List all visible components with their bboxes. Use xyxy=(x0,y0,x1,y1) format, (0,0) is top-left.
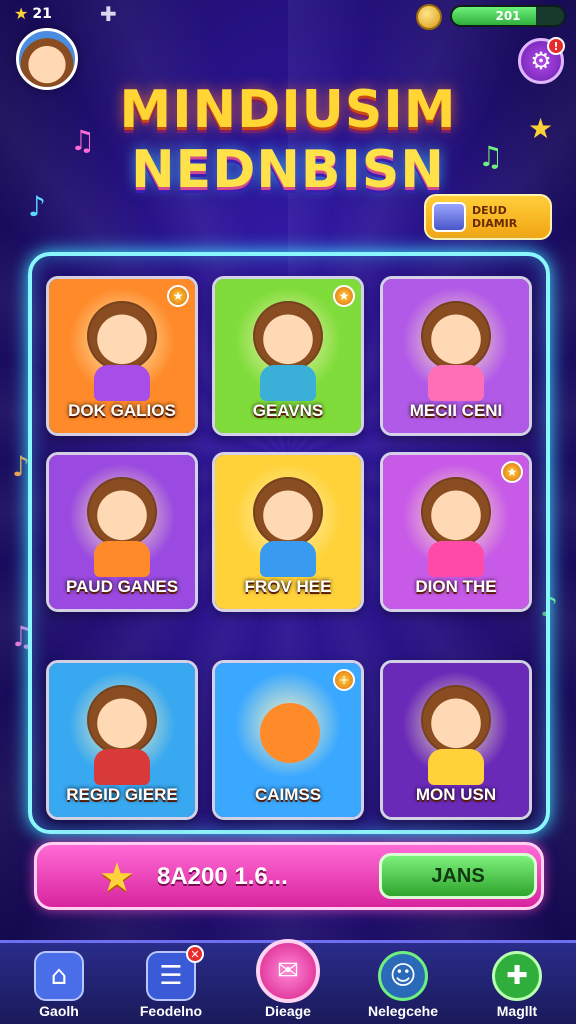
daily-label-line1: DEUD xyxy=(472,204,507,217)
top-bar: ★ 21 ✚ 201 xyxy=(0,0,576,30)
game-card-label: DOK GALIOS xyxy=(68,401,176,420)
star-icon: ★ xyxy=(99,855,135,901)
game-card-label: DION THE xyxy=(415,577,497,596)
character-body xyxy=(260,541,316,577)
game-card[interactable]: ★ GEAVNS xyxy=(212,276,364,436)
game-card[interactable]: FROV HEE xyxy=(212,452,364,612)
star-badge-icon: ★ xyxy=(333,285,355,307)
game-card[interactable]: ★ DION THE xyxy=(380,452,532,612)
nav-label: Magllt xyxy=(496,1003,538,1019)
drum-icon xyxy=(432,202,466,232)
nav-label: Nelegcehe xyxy=(367,1003,439,1019)
star-badge-icon: ★ xyxy=(167,285,189,307)
nav-item-list[interactable]: ☰ ✕ Feodelno xyxy=(116,943,226,1024)
nav-item-add[interactable]: ✚ Magllt xyxy=(462,943,572,1024)
game-title-line2: NEDNBISN xyxy=(131,140,445,200)
character-illustration xyxy=(87,685,157,755)
notification-badge: ! xyxy=(547,37,565,55)
game-card-label: MECII CENI xyxy=(409,401,503,420)
energy-value: 201 xyxy=(495,9,521,23)
game-card[interactable]: MECII CENI xyxy=(380,276,532,436)
game-card-label: MON USN xyxy=(415,785,497,804)
character-body xyxy=(428,541,484,577)
daily-label-line2: DIAMIR xyxy=(472,217,518,230)
game-card[interactable]: ★ DOK GALIOS xyxy=(46,276,198,436)
game-card-label: GEAVNS xyxy=(252,401,324,420)
plus-icon: ✚ xyxy=(492,951,542,1001)
game-title-line1: MINDIUSIM xyxy=(119,80,457,140)
character-body xyxy=(94,541,150,577)
game-card[interactable]: PAUD GANES xyxy=(46,452,198,612)
character-illustration xyxy=(421,685,491,755)
character-illustration xyxy=(87,301,157,371)
game-grid-panel: ★ DOK GALIOS ★ GEAVNS MECII CENI PAUD GA… xyxy=(28,252,550,834)
nav-item-chat[interactable]: ☺ Nelegcehe xyxy=(348,943,458,1024)
daily-reward-button[interactable]: DEUD DIAMIR xyxy=(424,194,552,240)
character-illustration xyxy=(253,301,323,371)
stars-count: 21 xyxy=(32,5,52,22)
progress-panel: ★ 8A200 1.6... JANS xyxy=(34,842,544,910)
game-card-label: REGID GIERE xyxy=(66,785,178,804)
character-illustration xyxy=(421,301,491,371)
chat-icon: ☺ xyxy=(378,951,428,1001)
character-body xyxy=(428,365,484,401)
game-card[interactable]: + CAIMSS xyxy=(212,660,364,820)
nav-item-mail[interactable]: ✉ Dieage xyxy=(233,939,343,1024)
character-illustration xyxy=(87,477,157,547)
music-note-illustration xyxy=(260,703,320,763)
energy-bar[interactable]: 201 xyxy=(450,5,566,27)
join-button[interactable]: JANS xyxy=(379,853,537,899)
game-card-label: CAIMSS xyxy=(254,785,322,804)
character-body xyxy=(94,749,150,785)
add-icon[interactable]: ✚ xyxy=(100,2,117,26)
nav-label: Feodelno xyxy=(139,1003,203,1019)
home-icon: ⌂ xyxy=(34,951,84,1001)
bottom-nav: ⌂ Gaolh ☰ ✕ Feodelno ✉ Dieage ☺ Nelegceh… xyxy=(0,939,576,1024)
coin-icon[interactable] xyxy=(416,4,442,30)
character-illustration xyxy=(421,477,491,547)
game-card-label: PAUD GANES xyxy=(65,577,179,596)
nav-label: Dieage xyxy=(265,1003,311,1019)
star-badge-icon: ★ xyxy=(501,461,523,483)
game-card[interactable]: MON USN xyxy=(380,660,532,820)
stars-counter: ★ 21 xyxy=(14,4,52,23)
close-badge-icon: ✕ xyxy=(186,945,204,963)
game-card-label: FROV HEE xyxy=(244,577,332,596)
mail-icon: ✉ xyxy=(256,939,320,1003)
plus-badge-icon: + xyxy=(333,669,355,691)
nav-item-home[interactable]: ⌂ Gaolh xyxy=(4,943,114,1024)
settings-button[interactable]: ⚙ ! xyxy=(518,37,565,84)
character-body xyxy=(428,749,484,785)
progress-text: 8A200 1.6... xyxy=(157,863,288,890)
game-card[interactable]: REGID GIERE xyxy=(46,660,198,820)
nav-label: Gaolh xyxy=(39,1003,79,1019)
character-body xyxy=(94,365,150,401)
character-illustration xyxy=(253,477,323,547)
star-icon: ★ xyxy=(14,4,29,23)
character-body xyxy=(260,365,316,401)
